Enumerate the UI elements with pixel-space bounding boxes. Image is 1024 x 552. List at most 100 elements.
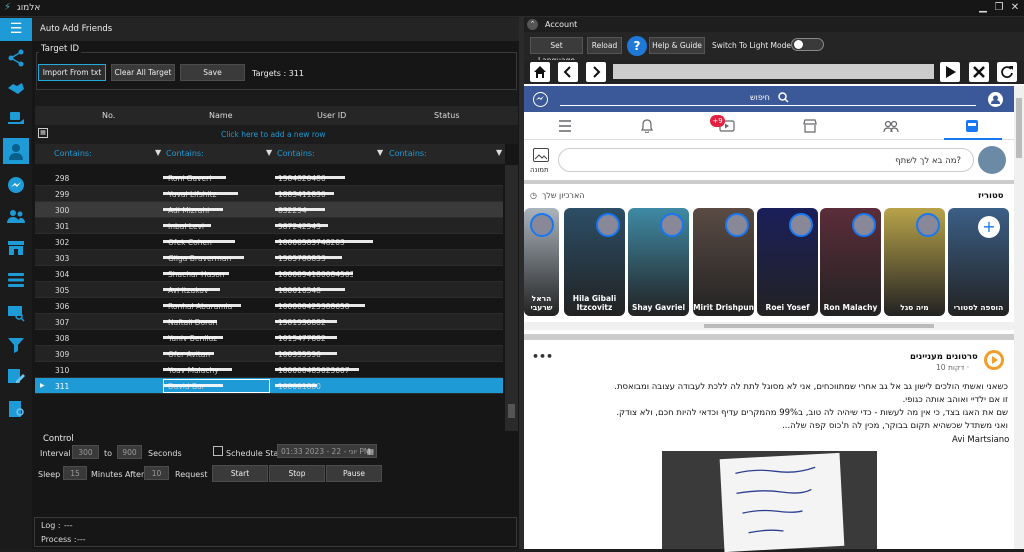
table-row[interactable]: 301Inbal Levi587242543: [35, 218, 503, 234]
fb-stories-scrollbar[interactable]: [524, 322, 1014, 330]
table-row[interactable]: 303Gilga Braverman1585788833: [35, 250, 503, 266]
sidebar-list-icon[interactable]: [3, 267, 29, 293]
sidebar-share-icon[interactable]: [3, 45, 29, 71]
fb-post-author[interactable]: סרטונים מעניינים: [910, 352, 978, 362]
story-card[interactable]: מיה סגל: [884, 208, 945, 316]
import-from-txt-button[interactable]: Import From txt: [38, 64, 106, 81]
reload-button[interactable]: Reload: [587, 37, 622, 54]
filter-status-dropdown-icon[interactable]: ▼: [496, 148, 502, 157]
sidebar-marketplace-icon[interactable]: [3, 234, 29, 260]
fb-menu-icon[interactable]: [556, 117, 574, 135]
table-row[interactable]: 298Roni Gaveri1584820480: [35, 170, 503, 186]
filter-name-dropdown-icon[interactable]: ▼: [266, 148, 272, 157]
filter-no-dropdown-icon[interactable]: ▼: [155, 148, 161, 157]
schedule-start-checkbox[interactable]: [213, 446, 223, 456]
fb-composer-input[interactable]: מה בא לך לשתף?: [558, 148, 974, 172]
table-row[interactable]: 310Yoav Malachy100000485023607: [35, 362, 503, 378]
add-new-row-link[interactable]: Click here to add a new row: [221, 130, 325, 139]
help-guide-button[interactable]: Help & Guide: [649, 37, 705, 54]
table-row[interactable]: 299Yuval Lifshitz1883411830: [35, 186, 503, 202]
table-row[interactable]: 304Shachar Hason1000094180084563: [35, 266, 503, 282]
back-icon[interactable]: [558, 62, 578, 82]
table-row[interactable]: ▶311David Bar100001880: [35, 378, 503, 394]
close-icon[interactable]: ✕: [1008, 1, 1022, 15]
sidebar-report-icon[interactable]: [3, 396, 29, 422]
url-bar[interactable]: [613, 64, 934, 79]
fb-marketplace-icon[interactable]: [801, 117, 819, 135]
col-status[interactable]: Status: [434, 111, 460, 120]
col-user-id[interactable]: User ID: [317, 111, 346, 120]
sidebar-add-friend-icon[interactable]: [3, 138, 29, 164]
interval-from-input[interactable]: 300: [72, 445, 99, 459]
help-icon[interactable]: ?: [627, 36, 647, 56]
fb-photo-icon[interactable]: [533, 148, 549, 162]
sleep-input[interactable]: 15: [63, 466, 87, 480]
fb-page-scroll-thumb[interactable]: [1016, 98, 1022, 158]
col-name[interactable]: Name: [209, 111, 233, 120]
fb-messenger-icon[interactable]: [533, 92, 548, 107]
col-no[interactable]: No.: [102, 111, 115, 120]
fb-search-bar[interactable]: חיפוש: [560, 90, 976, 106]
story-card[interactable]: Mirit Drishpun: [693, 208, 754, 316]
menu-hamburger-icon[interactable]: ☰: [0, 18, 32, 41]
stop-load-icon[interactable]: [969, 62, 989, 82]
home-icon[interactable]: [530, 62, 550, 82]
calendar-icon[interactable]: ▦: [367, 445, 374, 458]
fb-user-avatar[interactable]: [978, 146, 1006, 174]
interval-to-input[interactable]: 900: [117, 445, 142, 459]
table-row[interactable]: 309Ofer Avitan100335590: [35, 346, 503, 362]
sidebar-filter-icon[interactable]: [3, 332, 29, 358]
filter-no[interactable]: Contains:: [54, 149, 92, 158]
fb-archive-icon[interactable]: ◷: [530, 191, 537, 200]
sidebar-handshake-icon[interactable]: [3, 75, 29, 101]
column-chooser-icon[interactable]: ▦: [38, 128, 48, 138]
pause-button[interactable]: Pause: [326, 465, 382, 482]
sidebar-search-screen-icon[interactable]: [3, 300, 29, 326]
filter-user-id[interactable]: Contains:: [277, 149, 315, 158]
start-button[interactable]: Start: [212, 465, 268, 482]
filter-status[interactable]: Contains:: [389, 149, 427, 158]
fb-page-scrollbar[interactable]: [1014, 86, 1024, 549]
clear-all-target-button[interactable]: Clear All Target: [111, 64, 175, 81]
minimize-icon[interactable]: ▁: [976, 1, 990, 15]
go-play-icon[interactable]: [940, 62, 960, 82]
request-count-input[interactable]: 10: [144, 466, 169, 480]
add-row-bar[interactable]: ▦ Click here to add a new row: [35, 125, 518, 144]
table-row[interactable]: 308Yaniv Beniluz1015477882: [35, 330, 503, 346]
story-card[interactable]: Ron Malachy: [820, 208, 881, 316]
fb-home-feed-icon[interactable]: [963, 117, 981, 135]
table-row[interactable]: 306Ronhal Aburamia100000425388658: [35, 298, 503, 314]
story-card[interactable]: Hila Gibali Itzcovitz: [564, 208, 625, 316]
fb-profile-icon[interactable]: [988, 92, 1003, 107]
story-card[interactable]: Roei Yosef: [757, 208, 818, 316]
table-row[interactable]: 307Naftali Doron1581930882: [35, 314, 503, 330]
story-card[interactable]: Shay Gavriel: [628, 208, 689, 316]
stop-button[interactable]: Stop: [269, 465, 325, 482]
sidebar-hand-icon[interactable]: [3, 105, 29, 131]
sidebar-messenger-icon[interactable]: [3, 172, 29, 198]
fb-post-page-avatar[interactable]: [984, 350, 1004, 370]
add-story-plus-icon[interactable]: +: [978, 216, 1000, 238]
sidebar-groups-icon[interactable]: [3, 203, 29, 229]
refresh-icon[interactable]: [997, 62, 1017, 82]
set-language-button[interactable]: Set Language: [530, 37, 583, 65]
table-row[interactable]: 300Adi Mizrahi832294: [35, 202, 503, 218]
table-row[interactable]: 305Avi Itzakov100016548: [35, 282, 503, 298]
fb-stories-scroll-thumb[interactable]: [704, 324, 934, 328]
collapse-icon[interactable]: ⌃: [527, 19, 538, 30]
fb-post-more-icon[interactable]: •••: [532, 350, 553, 363]
grid-scroll-thumb[interactable]: [508, 404, 515, 418]
fb-bell-icon[interactable]: [638, 117, 656, 135]
grid-scrollbar[interactable]: [505, 165, 518, 431]
fb-friends-icon[interactable]: [882, 117, 900, 135]
restore-icon[interactable]: ❐: [992, 1, 1006, 15]
save-button[interactable]: Save: [180, 64, 245, 81]
filter-name[interactable]: Contains:: [166, 149, 204, 158]
fb-archive-link[interactable]: הארכיון שלך: [542, 191, 585, 200]
schedule-datetime-input[interactable]: 01:33 2023 - 22 - יוני PM ▦: [277, 444, 377, 458]
light-mode-toggle[interactable]: [791, 38, 824, 51]
story-card[interactable]: + הוספה לסטורי: [948, 208, 1009, 316]
table-row[interactable]: 302Ofek Cohen10000583748203: [35, 234, 503, 250]
filter-user-id-dropdown-icon[interactable]: ▼: [377, 148, 383, 157]
sidebar-edit-list-icon[interactable]: [3, 363, 29, 389]
